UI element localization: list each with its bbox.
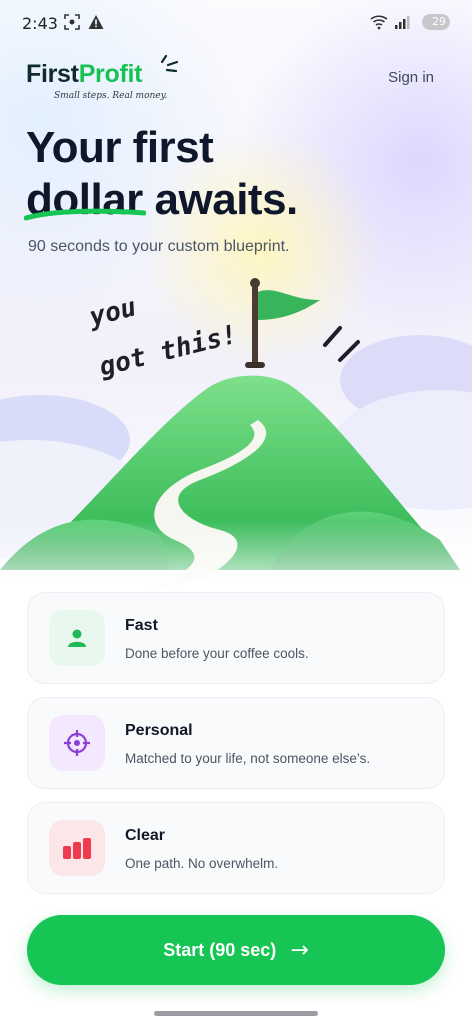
- sparkle-icon: [160, 54, 179, 73]
- home-indicator[interactable]: [154, 1011, 318, 1016]
- feature-title: Clear: [125, 827, 166, 844]
- title-underline: [24, 208, 146, 221]
- handwritten-note: you got this!: [84, 292, 240, 383]
- feature-title: Fast: [125, 617, 158, 634]
- sign-in-link[interactable]: Sign in: [388, 69, 434, 86]
- alert-icon: [88, 15, 104, 29]
- status-time: 2:43: [22, 14, 58, 33]
- status-bar: 2:43 29: [0, 0, 472, 44]
- target-icon: [64, 730, 90, 756]
- feature-desc: One path. No overwhelm.: [125, 856, 279, 871]
- feature-title: Personal: [125, 722, 193, 739]
- logo-first: First: [26, 60, 79, 88]
- logo-profit: Profit: [78, 60, 143, 88]
- logo-tagline: Small steps. Real money.: [54, 91, 168, 101]
- app-logo: FirstProfit: [26, 60, 142, 89]
- clear-icon-badge: [49, 820, 105, 876]
- title-line-1: Your first: [26, 123, 214, 172]
- wifi-icon: [370, 15, 388, 30]
- start-button-label: Start (90 sec): [163, 939, 277, 960]
- handwritten-got-this: got this!: [96, 320, 240, 383]
- feature-desc: Matched to your life, not someone else’s…: [125, 751, 371, 766]
- person-icon: [68, 629, 86, 647]
- screenshot-icon: [64, 14, 80, 30]
- title-rest: awaits.: [142, 175, 299, 224]
- signal-icon: [395, 16, 410, 29]
- arrow-right-icon: →: [290, 937, 309, 963]
- battery-indicator: 29: [422, 14, 450, 30]
- feature-card-clear: Clear One path. No overwhelm.: [27, 802, 445, 894]
- feature-card-personal: Personal Matched to your life, not someo…: [27, 697, 445, 789]
- hero-subtitle: 90 seconds to your custom blueprint.: [28, 238, 290, 255]
- feature-desc: Done before your coffee cools.: [125, 646, 309, 661]
- handwritten-you: you: [84, 292, 139, 333]
- bar-chart-icon: [63, 838, 91, 859]
- start-button[interactable]: Start (90 sec) →: [27, 915, 445, 985]
- fast-icon-badge: [49, 610, 105, 666]
- feature-card-fast: Fast Done before your coffee cools.: [27, 592, 445, 684]
- personal-icon-badge: [49, 715, 105, 771]
